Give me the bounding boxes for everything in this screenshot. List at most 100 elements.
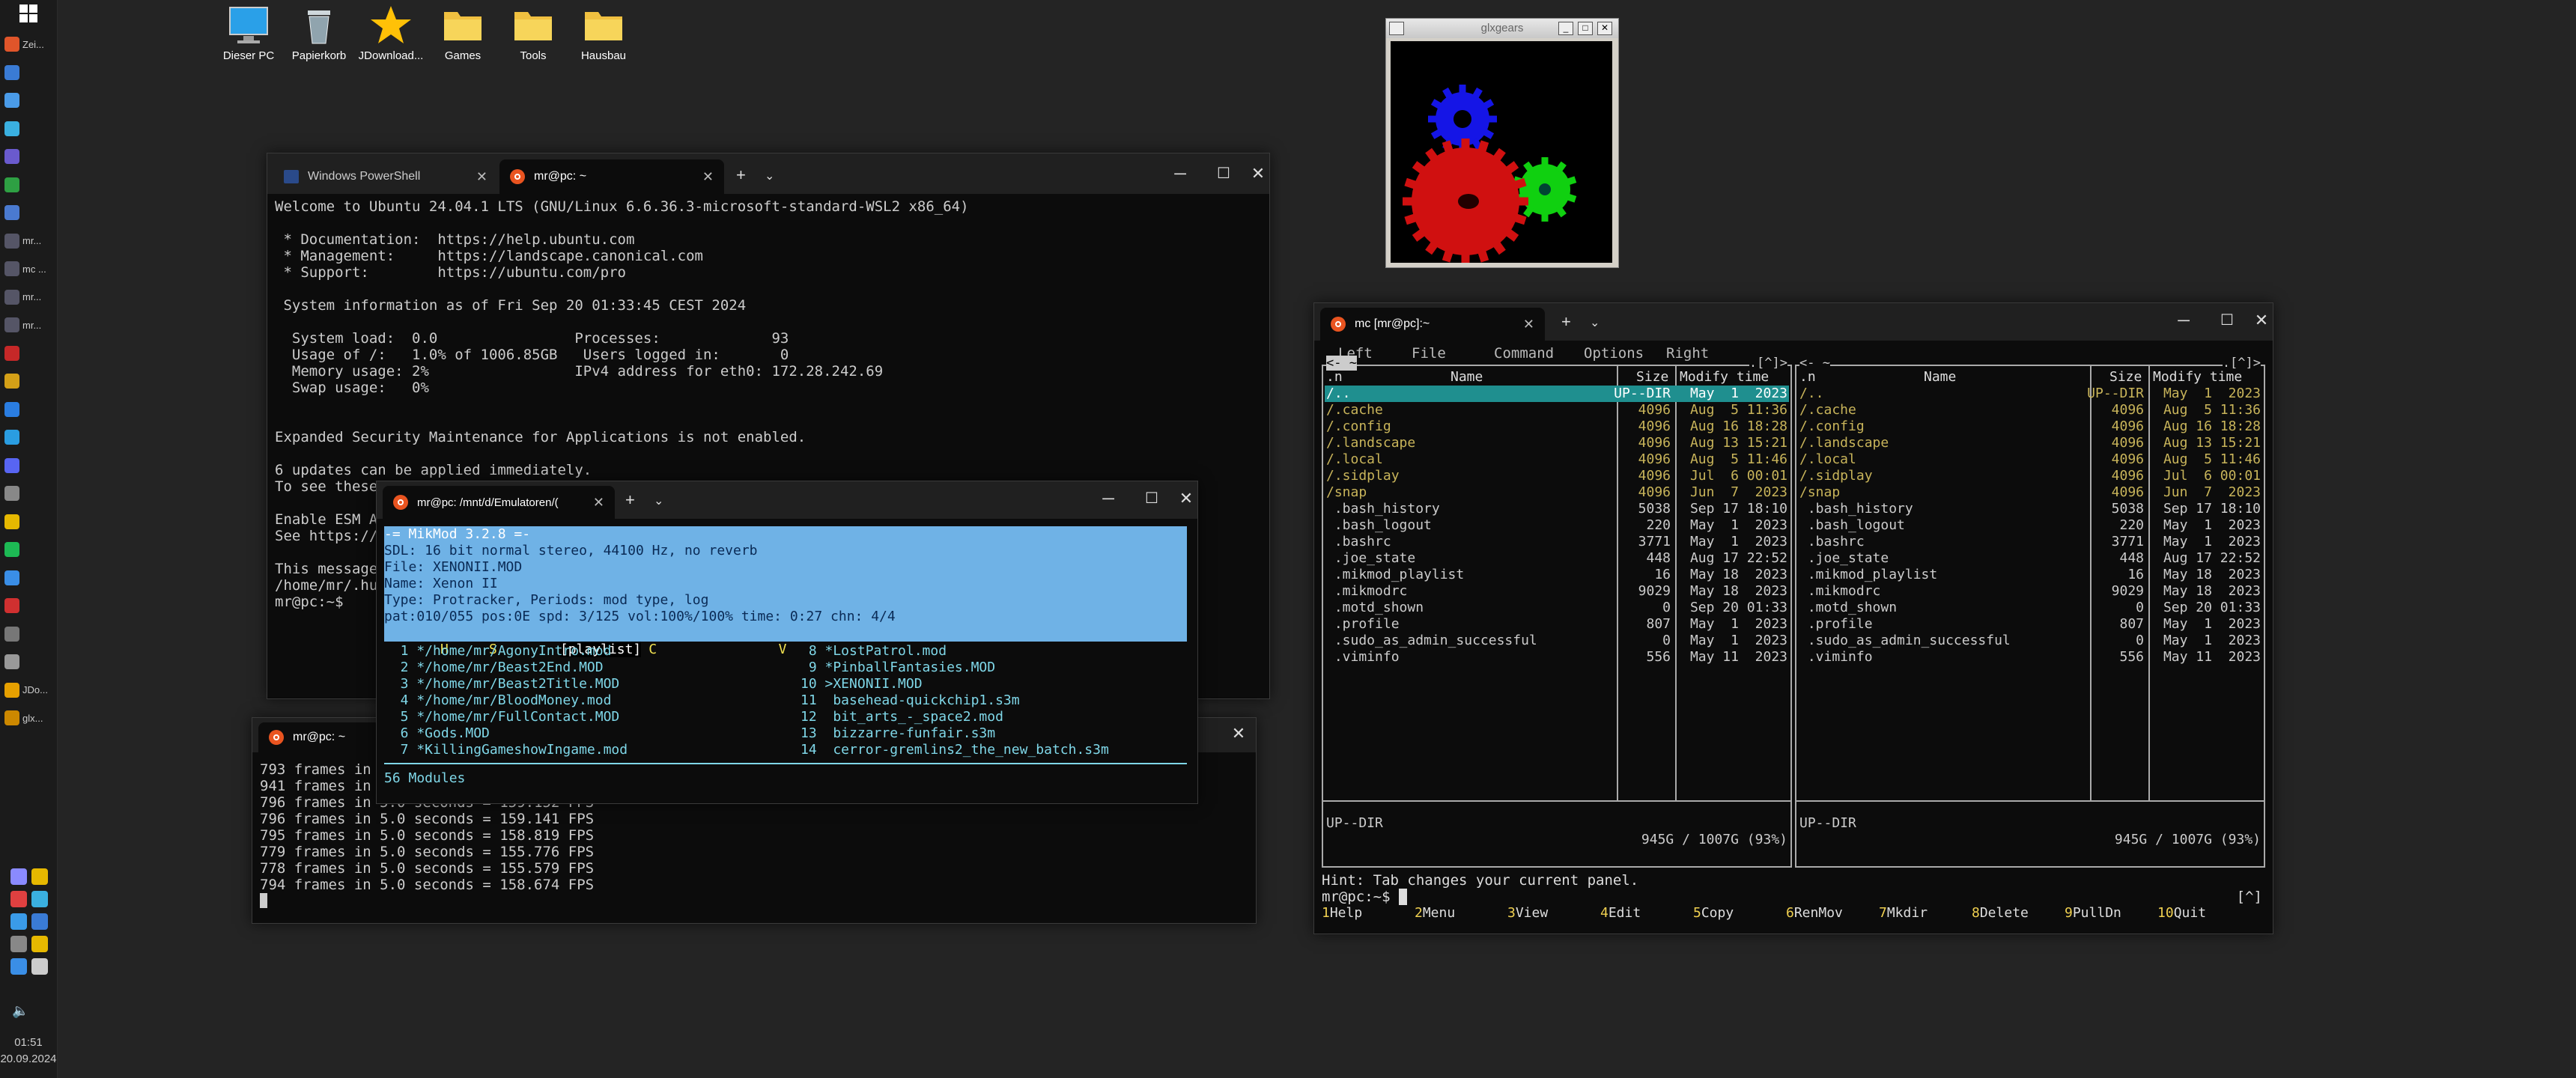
column-header-modify[interactable]: Modify time — [2153, 369, 2242, 385]
file-row[interactable]: .profile 807 May 1 2023 — [1798, 616, 2262, 633]
tray-icon[interactable] — [10, 936, 27, 952]
taskbar-item[interactable]: mr... — [4, 230, 52, 252]
taskbar-item[interactable] — [4, 651, 52, 673]
mc-screen[interactable]: Left File Command Options Right <- ~ .[^]> .n… — [1322, 342, 2265, 926]
desktop-icon[interactable]: JDownload... — [353, 4, 428, 62]
fkey-copy[interactable]: 5Copy — [1693, 905, 1734, 921]
taskbar-item[interactable]: mr... — [4, 286, 52, 308]
file-row[interactable]: .bashrc 3771 May 1 2023 — [1325, 534, 1789, 550]
file-row[interactable]: .profile 807 May 1 2023 — [1325, 616, 1789, 633]
close-tab-icon[interactable]: ✕ — [476, 169, 487, 185]
desktop-icon[interactable]: Tools — [496, 4, 571, 62]
tab-mikmod[interactable]: mr@pc: /mnt/d/Emulatoren/( ✕ — [383, 486, 615, 519]
taskbar-item[interactable] — [4, 594, 52, 617]
column-header-size[interactable]: Size — [2109, 369, 2142, 385]
file-row[interactable]: .viminfo 556 May 11 2023 — [1325, 649, 1789, 666]
menu-hotkeys-right[interactable]: C V — [648, 642, 786, 657]
file-row[interactable]: /.config 4096 Aug 16 18:28 — [1798, 418, 2262, 435]
close-button[interactable]: ✕ — [1175, 489, 1197, 508]
file-row[interactable]: .bash_logout 220 May 1 2023 — [1325, 517, 1789, 534]
file-row[interactable]: /.cache 4096 Aug 5 11:36 — [1325, 402, 1789, 418]
taskbar-item[interactable] — [4, 482, 52, 505]
taskbar-item[interactable] — [4, 342, 52, 365]
file-row[interactable]: .mikmod_playlist 16 May 18 2023 — [1325, 567, 1789, 583]
taskbar-item[interactable] — [4, 623, 52, 645]
fkey-quit[interactable]: 10Quit — [2157, 905, 2206, 921]
fkey-delete[interactable]: 8Delete — [1972, 905, 2029, 921]
taskbar-item[interactable]: JDo... — [4, 679, 52, 701]
chevron-down-icon[interactable]: ⌄ — [765, 168, 774, 183]
minimize-button[interactable]: _ — [1558, 22, 1573, 35]
file-row[interactable]: .bash_history 5038 Sep 17 18:10 — [1325, 501, 1789, 517]
file-row[interactable]: /.sidplay 4096 Jul 6 00:01 — [1798, 468, 2262, 484]
taskbar-item[interactable] — [4, 426, 52, 448]
file-row[interactable]: .joe_state 448 Aug 17 22:52 — [1325, 550, 1789, 567]
desktop-icon[interactable]: Dieser PC — [211, 4, 286, 62]
mc-right-panel[interactable]: <- ~ .[^]> .n Name Size Modify time /.. UP--DI… — [1795, 356, 2265, 868]
window-menu-icon[interactable] — [1389, 22, 1404, 35]
terminal-titlebar[interactable]: mr@pc: /mnt/d/Emulatoren/( ✕ + ⌄ ─ ☐ ✕ — [377, 481, 1197, 519]
playlist-item[interactable]: 11 basehead-quickchip1.s3m — [801, 692, 1109, 709]
fkey-edit[interactable]: 4Edit — [1600, 905, 1641, 921]
column-header-n[interactable]: .n — [1326, 369, 1343, 385]
close-button[interactable]: ✕ — [1597, 22, 1612, 35]
new-tab-icon[interactable]: + — [736, 165, 746, 185]
playlist-left[interactable]: 1 */home/mr/AgonyIntro.mod 2 */home/mr/B… — [384, 643, 628, 758]
file-row[interactable]: .joe_state 448 Aug 17 22:52 — [1798, 550, 2262, 567]
fkey-view[interactable]: 3View — [1507, 905, 1548, 921]
file-row[interactable]: /.local 4096 Aug 5 11:46 — [1325, 451, 1789, 468]
playlist-item[interactable]: 8 *LostPatrol.mod — [801, 643, 1109, 660]
playlist-item[interactable]: 6 *Gods.MOD — [384, 725, 628, 742]
taskbar-item[interactable] — [4, 201, 52, 224]
new-tab-icon[interactable]: + — [625, 490, 635, 510]
playlist-item[interactable]: 1 */home/mr/AgonyIntro.mod — [384, 643, 628, 660]
taskbar-item[interactable] — [4, 89, 52, 112]
file-row[interactable]: /.cache 4096 Aug 5 11:36 — [1798, 402, 2262, 418]
tab-ubuntu[interactable]: mr@pc: ~ ✕ — [499, 159, 724, 194]
file-row[interactable]: /.local 4096 Aug 5 11:46 — [1798, 451, 2262, 468]
playlist-right[interactable]: 8 *LostPatrol.mod 9 *PinballFantasies.MO… — [801, 643, 1109, 758]
taskbar-item[interactable] — [4, 118, 52, 140]
file-row[interactable]: /.. UP--DIR May 1 2023 — [1325, 386, 1789, 402]
taskbar-item[interactable] — [4, 398, 52, 421]
fkey-help[interactable]: 1Help — [1322, 905, 1362, 921]
mc-menu-file[interactable]: File — [1412, 345, 1446, 362]
taskbar-item[interactable] — [4, 174, 52, 196]
tray-icon[interactable] — [31, 913, 48, 930]
tray-icon[interactable] — [10, 891, 27, 907]
panel-path[interactable]: <- ~ — [1799, 356, 1830, 371]
taskbar-item[interactable]: glx... — [4, 707, 52, 729]
column-header-name[interactable]: Name — [1450, 369, 1483, 385]
playlist-item[interactable]: 2 */home/mr/Beast2End.MOD — [384, 660, 628, 676]
volume-icon[interactable]: 🔈 — [12, 1003, 28, 1019]
playlist-item[interactable]: 7 *KillingGameshowIngame.mod — [384, 742, 628, 758]
file-row[interactable]: .bash_history 5038 Sep 17 18:10 — [1798, 501, 2262, 517]
panel-path[interactable]: <- ~ — [1326, 356, 1357, 371]
clock[interactable]: 01:51 20.09.2024 — [0, 1035, 57, 1068]
playlist-item[interactable]: 3 */home/mr/Beast2Title.MOD — [384, 676, 628, 692]
minimize-button[interactable]: ─ — [1169, 164, 1191, 183]
mikmod-screen[interactable]: -= MikMod 3.2.8 =- SDL: 16 bit normal ste… — [384, 526, 1187, 793]
column-header-size[interactable]: Size — [1636, 369, 1668, 385]
taskbar-item[interactable] — [4, 567, 52, 589]
close-button[interactable]: ✕ — [1227, 724, 1250, 743]
glxgears-titlebar[interactable]: glxgears _ □ ✕ — [1386, 19, 1618, 38]
mc-menu-command[interactable]: Command — [1494, 345, 1554, 362]
new-tab-icon[interactable]: + — [1561, 312, 1571, 332]
playlist-item[interactable]: 9 *PinballFantasies.MOD — [801, 660, 1109, 676]
tray-icon[interactable] — [10, 868, 27, 885]
mc-menu-right[interactable]: Right — [1666, 345, 1709, 362]
file-row[interactable]: .motd_shown 0 Sep 20 01:33 — [1798, 600, 2262, 616]
maximize-button[interactable]: ☐ — [1212, 164, 1235, 183]
close-tab-icon[interactable]: ✕ — [702, 169, 714, 185]
file-row[interactable]: .sudo_as_admin_successful 0 May 1 2023 — [1325, 633, 1789, 649]
playlist-item[interactable]: 13 bizzarre-funfair.s3m — [801, 725, 1109, 742]
file-row[interactable]: /.landscape 4096 Aug 13 15:21 — [1798, 435, 2262, 451]
file-row[interactable]: /.sidplay 4096 Jul 6 00:01 — [1325, 468, 1789, 484]
playlist-item[interactable]: 10 >XENONII.MOD — [801, 676, 1109, 692]
file-row[interactable]: .mikmodrc 9029 May 18 2023 — [1798, 583, 2262, 600]
mc-left-panel[interactable]: <- ~ .[^]> .n Name Size Modify time /.. UP--DI… — [1322, 356, 1792, 868]
start-icon[interactable] — [19, 4, 37, 22]
close-tab-icon[interactable]: ✕ — [1523, 317, 1534, 332]
maximize-button[interactable]: □ — [1578, 22, 1593, 35]
